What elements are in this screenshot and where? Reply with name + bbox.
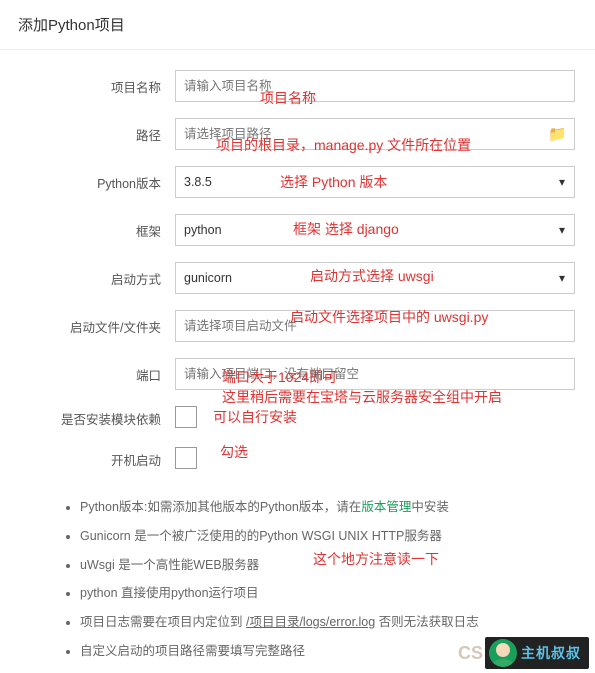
start-method-select[interactable]: gunicorn [175,262,575,294]
label-python-version: Python版本 [20,173,175,192]
label-project-name: 项目名称 [20,77,175,96]
note-item: Python版本:如需添加其他版本的Python版本，请在版本管理中安装 [80,498,567,517]
install-deps-checkbox[interactable] [175,406,197,428]
row-start-file: 启动文件/文件夹 [20,310,575,342]
avatar-icon [489,639,517,667]
note-item: 项目日志需要在项目内定位到 /项目目录/logs/error.log 否则无法获… [80,613,567,632]
row-path: 路径 📁 [20,118,575,150]
row-start-method: 启动方式 gunicorn ▾ [20,262,575,294]
start-file-input[interactable] [175,310,575,342]
note-item: Gunicorn 是一个被广泛使用的的Python WSGI UNIX HTTP… [80,527,567,546]
label-install-deps: 是否安装模块依赖 [20,409,175,428]
label-start-method: 启动方式 [20,269,175,288]
port-input[interactable] [175,358,575,390]
row-install-deps: 是否安装模块依赖 [20,406,575,431]
python-version-select[interactable]: 3.8.5 [175,166,575,198]
dialog-title: 添加Python项目 [0,0,595,50]
row-python-version: Python版本 3.8.5 ▾ [20,166,575,198]
folder-icon[interactable]: 📁 [548,125,567,143]
cs-text: CS [458,643,483,664]
label-path: 路径 [20,125,175,144]
note-item: uWsgi 是一个高性能WEB服务器 [80,556,567,575]
framework-select[interactable]: python [175,214,575,246]
watermark-badge: CS 主机叔叔 [458,637,589,669]
label-port: 端口 [20,365,175,384]
row-framework: 框架 python ▾ [20,214,575,246]
label-start-file: 启动文件/文件夹 [20,317,175,336]
label-boot-start: 开机启动 [20,450,175,469]
path-input[interactable] [175,118,575,150]
badge-text: 主机叔叔 [521,643,581,663]
note-item: python 直接使用python运行项目 [80,584,567,603]
form: 项目名称 路径 📁 Python版本 3.8.5 ▾ 框架 python ▾ 启… [0,50,595,498]
row-boot-start: 开机启动 [20,447,575,472]
version-manage-link[interactable]: 版本管理 [361,500,411,514]
row-project-name: 项目名称 [20,70,575,102]
boot-start-checkbox[interactable] [175,447,197,469]
label-framework: 框架 [20,221,175,240]
row-port: 端口 [20,358,575,390]
project-name-input[interactable] [175,70,575,102]
